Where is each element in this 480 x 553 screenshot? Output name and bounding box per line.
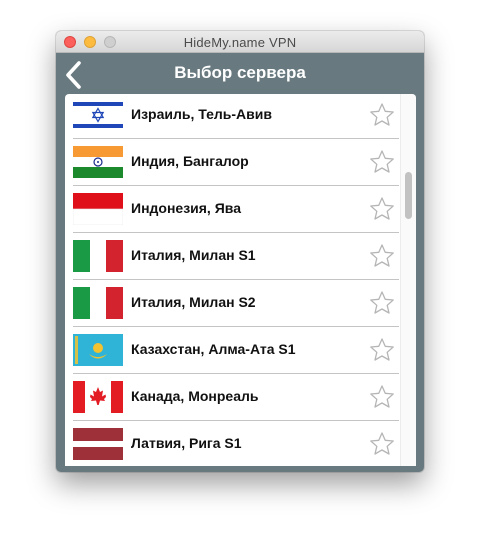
scrollbar-thumb[interactable] bbox=[405, 172, 412, 219]
favorite-star-icon[interactable] bbox=[369, 384, 395, 410]
favorite-star-icon[interactable] bbox=[369, 196, 395, 222]
page-title: Выбор сервера bbox=[174, 63, 306, 82]
server-row[interactable]: Индонезия, Ява bbox=[73, 186, 399, 233]
window-title: HideMy.name VPN bbox=[183, 35, 297, 50]
server-name: Казахстан, Алма-Ата S1 bbox=[131, 341, 296, 357]
favorite-star-icon[interactable] bbox=[369, 149, 395, 175]
server-name: Израиль, Тель-Авив bbox=[131, 106, 272, 122]
server-row[interactable]: Канада, Монреаль bbox=[73, 374, 399, 421]
server-row[interactable]: Италия, Милан S2 bbox=[73, 280, 399, 327]
favorite-star-icon[interactable] bbox=[369, 431, 395, 457]
server-name: Индонезия, Ява bbox=[131, 200, 241, 216]
favorite-star-icon[interactable] bbox=[369, 290, 395, 316]
favorite-star-icon[interactable] bbox=[369, 102, 395, 128]
canada-flag-icon bbox=[73, 381, 123, 413]
favorite-star-icon[interactable] bbox=[369, 243, 395, 269]
server-name: Италия, Милан S2 bbox=[131, 294, 256, 310]
window-titlebar[interactable]: HideMy.name VPN bbox=[56, 31, 424, 53]
server-row[interactable]: Италия, Милан S1 bbox=[73, 233, 399, 280]
server-name: Италия, Милан S1 bbox=[131, 247, 256, 263]
server-row[interactable]: Казахстан, Алма-Ата S1 bbox=[73, 327, 399, 374]
kazakhstan-flag-icon bbox=[73, 334, 123, 366]
server-name: Канада, Монреаль bbox=[131, 388, 259, 404]
server-list[interactable]: Израиль, Тель-Авив Индия, Бангалор Индон… bbox=[65, 94, 400, 466]
server-name: Латвия, Рига S1 bbox=[131, 435, 242, 451]
italy-flag-icon bbox=[73, 287, 123, 319]
app-window: HideMy.name VPN Выбор сервера Израиль, Т… bbox=[56, 31, 424, 472]
server-row[interactable]: Латвия, Рига S1 bbox=[73, 421, 399, 466]
israel-flag-icon bbox=[73, 99, 123, 131]
favorite-star-icon[interactable] bbox=[369, 337, 395, 363]
india-flag-icon bbox=[73, 146, 123, 178]
indonesia-flag-icon bbox=[73, 193, 123, 225]
server-name: Индия, Бангалор bbox=[131, 153, 249, 169]
latvia-flag-icon bbox=[73, 428, 123, 460]
italy-flag-icon bbox=[73, 240, 123, 272]
app-header: Выбор сервера bbox=[56, 53, 424, 95]
server-list-panel: Израиль, Тель-Авив Индия, Бангалор Индон… bbox=[65, 94, 416, 466]
server-row[interactable]: Израиль, Тель-Авив bbox=[73, 94, 399, 139]
server-row[interactable]: Индия, Бангалор bbox=[73, 139, 399, 186]
list-scrollbar[interactable] bbox=[400, 94, 416, 466]
